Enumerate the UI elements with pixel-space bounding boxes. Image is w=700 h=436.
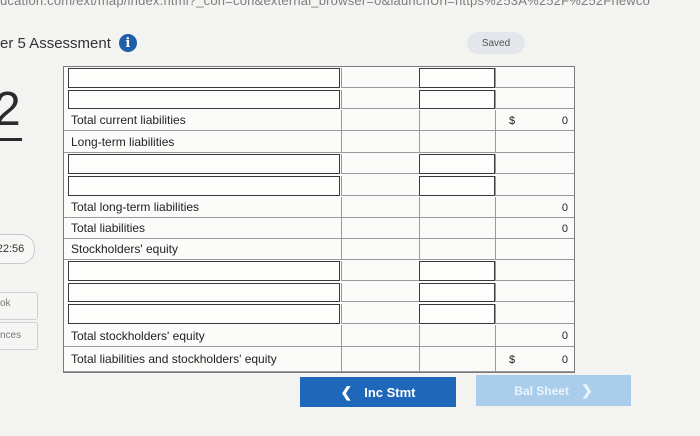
- url-text: ucation.com/ext/map/index.html?_con=con&…: [0, 0, 651, 8]
- total-value: 0: [561, 222, 568, 235]
- table-cell: [341, 283, 419, 302]
- question-number-underline: [0, 138, 22, 141]
- table-cell: [341, 197, 419, 218]
- table-cell: [495, 68, 574, 88]
- amount-input[interactable]: [419, 90, 495, 109]
- amount-input[interactable]: [419, 176, 495, 196]
- table-cell: [341, 325, 419, 347]
- row-label: Total long-term liabilities: [64, 197, 341, 218]
- assessment-header: er 5 Assessment i: [0, 30, 137, 56]
- table-cell: [495, 90, 574, 109]
- row-label: Stockholders' equity: [64, 239, 341, 260]
- table-cell: [495, 304, 574, 324]
- total-cell: [495, 239, 574, 260]
- table-cell: [419, 110, 495, 131]
- account-name-input[interactable]: [68, 176, 340, 196]
- account-name-input[interactable]: [68, 304, 340, 324]
- table-cell: [341, 261, 419, 281]
- table-cell: [341, 110, 419, 131]
- table-cell: [341, 154, 419, 174]
- total-value: 0: [561, 114, 568, 127]
- amount-input[interactable]: [419, 283, 495, 302]
- table-cell: [495, 154, 574, 174]
- amount-input[interactable]: [419, 68, 495, 88]
- prev-inc-stmt-button[interactable]: ❮ Inc Stmt: [300, 377, 456, 407]
- table-cell: [341, 90, 419, 109]
- table-cell: [341, 68, 419, 88]
- table-cell: [419, 197, 495, 218]
- browser-url-bar[interactable]: ucation.com/ext/map/index.html?_con=con&…: [0, 0, 700, 11]
- table-cell: [341, 304, 419, 324]
- next-button-label: Bal Sheet: [514, 383, 569, 398]
- row-label: Total stockholders' equity: [64, 325, 341, 347]
- timer-badge[interactable]: 22:56: [0, 234, 35, 264]
- chevron-right-icon: ❯: [580, 382, 593, 398]
- page-title: er 5 Assessment: [0, 34, 111, 52]
- balance-sheet-table: Total current liabilities $0 Long-term lia…: [63, 66, 575, 373]
- table-cell: [495, 176, 574, 196]
- account-name-input[interactable]: [68, 261, 340, 281]
- table-cell: [419, 239, 495, 260]
- question-number: 2: [0, 83, 21, 136]
- table-cell: [419, 347, 495, 372]
- row-label: Total liabilities: [64, 218, 341, 239]
- table-cell: [341, 176, 419, 196]
- table-cell: [341, 239, 419, 260]
- amount-input[interactable]: [419, 261, 495, 281]
- table-cell: [419, 131, 495, 153]
- table-cell: [495, 283, 574, 302]
- table-cell: [341, 347, 419, 372]
- row-label: Long-term liabilities: [64, 131, 341, 153]
- amount-input[interactable]: [419, 154, 495, 174]
- chevron-left-icon: ❮: [340, 383, 353, 400]
- total-value: 0: [561, 201, 568, 214]
- account-name-input[interactable]: [68, 90, 340, 109]
- account-name-input[interactable]: [68, 154, 340, 174]
- ebook-label: ok: [0, 298, 11, 309]
- total-value: 0: [561, 353, 568, 366]
- total-cell: [495, 131, 574, 153]
- table-cell: [341, 218, 419, 239]
- account-name-input[interactable]: [68, 68, 340, 88]
- table-cell: [495, 261, 574, 281]
- table-cell: [341, 131, 419, 153]
- table-cell: [419, 218, 495, 239]
- saved-status-badge: Saved: [467, 32, 525, 54]
- total-value: 0: [561, 330, 568, 342]
- row-label: Total liabilities and stockholders' equi…: [64, 347, 341, 372]
- next-bal-sheet-button[interactable]: Bal Sheet ❯: [476, 375, 631, 406]
- account-name-input[interactable]: [68, 283, 340, 302]
- row-label: Total current liabilities: [64, 110, 341, 131]
- references-label: nces: [0, 330, 22, 341]
- prev-button-label: Inc Stmt: [364, 384, 416, 400]
- info-icon[interactable]: i: [118, 34, 137, 52]
- table-cell: [419, 325, 495, 347]
- amount-input[interactable]: [419, 304, 495, 324]
